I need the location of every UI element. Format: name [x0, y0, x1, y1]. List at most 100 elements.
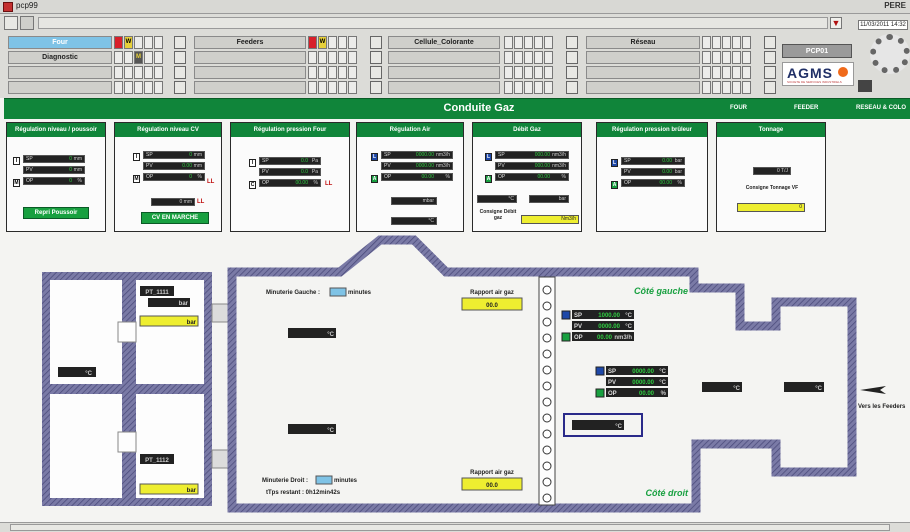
alarm-cell [348, 36, 357, 49]
alarm-cell [124, 51, 133, 64]
alarm-label-cellule[interactable]: Cellule_Colorante [388, 36, 500, 49]
alarm-cell [338, 66, 347, 79]
consigne-debit-input[interactable]: Nm3/h [521, 215, 579, 224]
alarm-slot[interactable] [388, 81, 500, 94]
pv-unit: °C [659, 380, 666, 386]
pcp-station-button[interactable]: PCP01 [782, 44, 852, 58]
alarm-detail-icon[interactable] [764, 51, 776, 64]
minuterie-droit-label: Minuterie Droit : [262, 478, 308, 484]
pressure-setpoint-bottom-unit: bar [187, 488, 197, 494]
alarm-detail-icon[interactable] [370, 51, 382, 64]
alarm-cell [308, 81, 317, 94]
cv-en-marche-button[interactable]: CV EN MARCHE [141, 212, 209, 224]
alarm-slot[interactable] [586, 51, 700, 64]
alarm-slot[interactable] [388, 51, 500, 64]
alarm-slot[interactable] [194, 66, 306, 79]
alarm-slot[interactable] [194, 81, 306, 94]
alarm-detail-icon[interactable] [566, 81, 578, 94]
alarm-cell [732, 81, 741, 94]
alarm-cell [124, 81, 133, 94]
bubbler-icon [542, 365, 552, 375]
alarm-grid: Four W Feeders W Cellule_Colorante Résea… [0, 32, 910, 98]
pv-row: PV 0.00 bar [621, 168, 685, 176]
mode-indicator: A [485, 175, 492, 183]
alarm-detail-icon[interactable] [566, 66, 578, 79]
minuterie-droit-unit: minutes [334, 478, 358, 484]
rapport-top-value: 00.0 [486, 303, 498, 309]
scrollbar-thumb[interactable] [10, 524, 890, 531]
outflow-arrow-icon [860, 386, 886, 394]
alarm-detail-icon[interactable] [764, 66, 776, 79]
mute-indicator: M [134, 51, 143, 64]
alarm-detail-icon[interactable] [764, 36, 776, 49]
alarm-label-four[interactable]: Four [8, 36, 112, 49]
alarm-cell [524, 66, 533, 79]
consigne-debit-label: Consigne Débit gaz [479, 209, 517, 221]
sp-row: SP 0.00 bar [621, 157, 685, 165]
alarm-message-field[interactable] [38, 17, 828, 29]
panel-title: Débit Gaz [473, 123, 581, 137]
alarm-detail-icon[interactable] [566, 36, 578, 49]
alarm-slot[interactable] [586, 81, 700, 94]
alarm-cell [504, 66, 513, 79]
print-button[interactable] [20, 16, 34, 30]
alarm-detail-icon[interactable] [174, 66, 186, 79]
repri-poussoir-button[interactable]: Repri Poussoir [23, 207, 89, 219]
alarm-detail-icon[interactable] [174, 81, 186, 94]
alarm-label-reseau[interactable]: Réseau [586, 36, 700, 49]
alarm-cell [318, 81, 327, 94]
minuterie-droit-input[interactable] [315, 475, 333, 485]
minuterie-gauche-input[interactable] [329, 287, 347, 297]
alarm-slot[interactable] [194, 51, 306, 64]
alarm-detail-icon[interactable] [370, 66, 382, 79]
consigne-tonnage-input[interactable]: 0 [737, 203, 805, 212]
port-opening [117, 321, 137, 343]
alarm-label-feeders[interactable]: Feeders [194, 36, 306, 49]
alarm-cell [338, 51, 347, 64]
alarm-slot[interactable] [8, 66, 112, 79]
alarm-red-indicator [308, 36, 317, 49]
alarm-cell [348, 66, 357, 79]
minuterie-gauche-label: Minuterie Gauche : [266, 290, 320, 296]
alarm-slot[interactable] [8, 81, 112, 94]
panel-title: Régulation niveau / poussoir [7, 123, 105, 137]
alarm-cell [722, 51, 731, 64]
alarm-cell [144, 66, 153, 79]
alarm-label-diagnostic[interactable]: Diagnostic [8, 51, 112, 64]
alarm-detail-icon[interactable] [174, 51, 186, 64]
nav-link-reseau[interactable]: RESEAU & COLO [856, 105, 906, 111]
alarm-cell [514, 36, 523, 49]
bubbler-icon [542, 301, 552, 311]
dropdown-arrow-icon[interactable]: ▼ [830, 17, 842, 29]
alarm-cell [524, 81, 533, 94]
nav-link-four[interactable]: FOUR [730, 105, 747, 111]
brand-name: AGMS [787, 65, 833, 81]
alarm-slot[interactable] [586, 66, 700, 79]
brand-dot-icon [838, 67, 848, 77]
alarm-cell [338, 81, 347, 94]
nav-link-feeder[interactable]: FEEDER [794, 105, 818, 111]
sp-value: 0000.00 [632, 369, 654, 375]
alarm-detail-icon[interactable] [764, 81, 776, 94]
pv-unit: °C [625, 324, 632, 330]
op-label: OP [608, 391, 617, 397]
alarm-cell [514, 66, 523, 79]
alarm-detail-icon[interactable] [370, 36, 382, 49]
forehearth-temp-unit: °C [733, 386, 740, 392]
horizontal-scrollbar[interactable] [0, 522, 910, 532]
alarm-cell [524, 36, 533, 49]
op-row: OP 00.00% [621, 179, 685, 187]
menu-button[interactable] [4, 16, 18, 30]
alarm-detail-icon[interactable] [566, 51, 578, 64]
mode-indicator: L [611, 159, 618, 167]
op-value: 00.00 [597, 335, 613, 341]
regen-temp-unit: °C [85, 371, 92, 377]
printer-icon[interactable] [858, 80, 872, 92]
alarm-cell [154, 81, 163, 94]
alarm-cell [722, 66, 731, 79]
op-unit: nm3/h [614, 335, 632, 341]
bubbler-icon [542, 461, 552, 471]
alarm-detail-icon[interactable] [370, 81, 382, 94]
alarm-detail-icon[interactable] [174, 36, 186, 49]
alarm-slot[interactable] [388, 66, 500, 79]
